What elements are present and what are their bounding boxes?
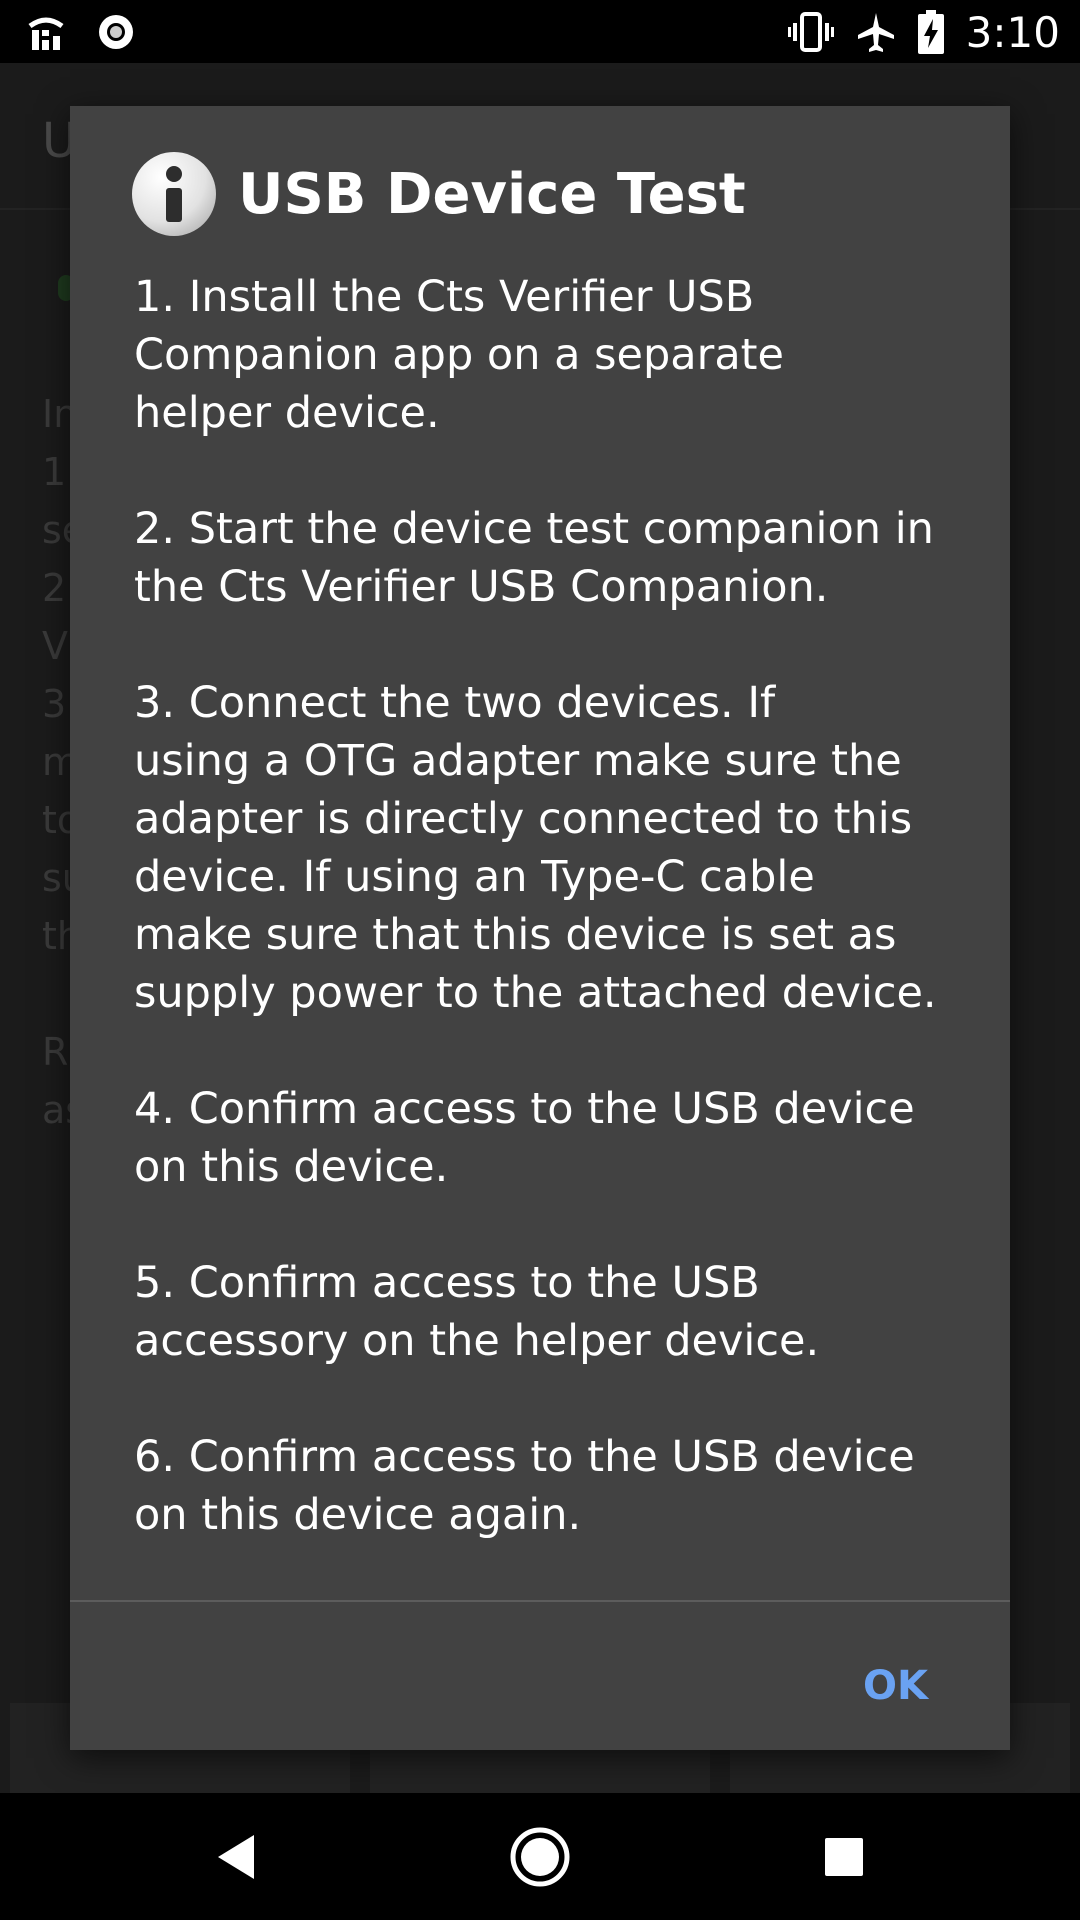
back-icon [218, 1834, 254, 1879]
info-icon [132, 152, 216, 236]
ok-button[interactable]: OK [849, 1654, 942, 1718]
status-bar: 3:10 [0, 0, 1080, 63]
status-left-icons [26, 10, 136, 54]
nav-home-button[interactable] [460, 1793, 620, 1920]
dialog-message: 1. Install the Cts Verifier USB Companio… [134, 272, 937, 1540]
vibrate-icon [787, 12, 834, 52]
status-clock: 3:10 [965, 7, 1060, 57]
dialog-divider [70, 1600, 1010, 1602]
dialog-header: USB Device Test [132, 152, 746, 236]
wifi-icon [28, 17, 64, 50]
navigation-bar [0, 1793, 1080, 1920]
airplane-mode-icon [857, 13, 894, 52]
status-right-icons: 3:10 [787, 6, 1060, 58]
home-icon [510, 1827, 570, 1886]
battery-charging-icon [917, 10, 944, 54]
recents-icon [825, 1837, 863, 1876]
nav-back-button[interactable] [156, 1793, 316, 1920]
info-dialog: USB Device Test 1. Install the Cts Verif… [70, 106, 1010, 1750]
nav-recents-button[interactable] [764, 1793, 924, 1920]
record-icon [99, 15, 133, 49]
dialog-title: USB Device Test [238, 161, 746, 227]
